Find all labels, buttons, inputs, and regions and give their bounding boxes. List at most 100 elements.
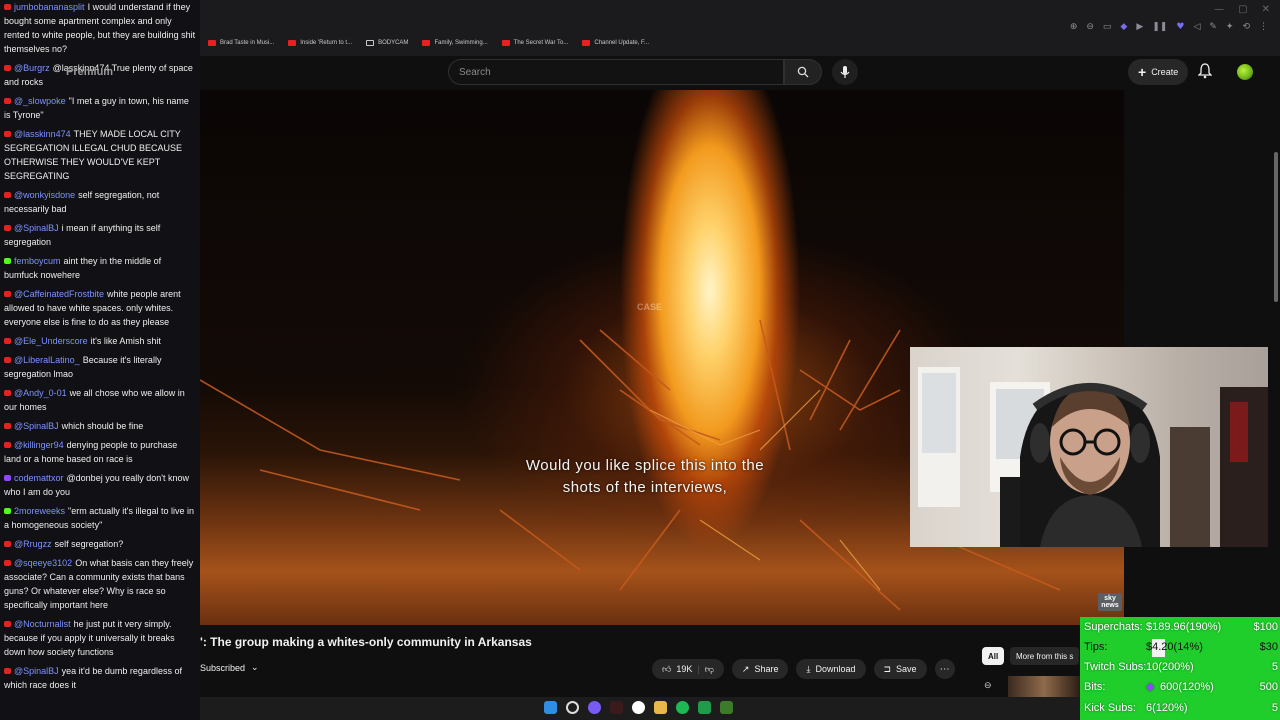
goal-target: 5: [1271, 661, 1278, 673]
goal-row: ◆ Bits: 600(120%) 500: [1084, 679, 1278, 697]
shield-icon[interactable]: ◆: [1120, 22, 1127, 32]
search-icon[interactable]: [566, 701, 579, 714]
twitch-icon: [4, 475, 11, 481]
youtube-icon: [4, 4, 11, 10]
zoom-in-icon[interactable]: ⊕: [1070, 22, 1078, 32]
youtube-icon: [4, 225, 11, 231]
goal-label: Tips:: [1084, 641, 1108, 653]
video-watermark: CASE: [637, 302, 663, 312]
recommended-thumbnail[interactable]: [1008, 676, 1080, 698]
goal-target: 5: [1271, 702, 1278, 714]
chat-username[interactable]: femboycum: [14, 256, 61, 266]
goal-label: Bits:: [1084, 681, 1106, 693]
volume-icon[interactable]: ◁: [1193, 22, 1200, 32]
zoom-out-icon[interactable]: ⊖: [1086, 22, 1094, 32]
chat-username[interactable]: @wonkyisdone: [14, 190, 75, 200]
scrollbar[interactable]: [1274, 152, 1278, 302]
translate-icon[interactable]: ✎: [1209, 22, 1217, 32]
heart-icon[interactable]: ♥: [1176, 22, 1184, 32]
play-icon[interactable]: ▶: [1136, 22, 1143, 32]
avatar[interactable]: [1237, 64, 1253, 80]
like-button[interactable]: 👍︎ 19K | 👎︎: [652, 659, 724, 679]
close-icon[interactable]: ✕: [1262, 4, 1270, 15]
minimize-icon[interactable]: —: [1214, 4, 1224, 15]
share-button[interactable]: ↗ Share: [731, 659, 789, 679]
bookmark-item[interactable]: Inside 'Return to t...: [288, 40, 352, 46]
chat-text: it's like Amish shit: [90, 336, 161, 346]
pause-icon[interactable]: ❚❚: [1152, 22, 1167, 32]
chat-message: codemattxor @donbej you really don't know…: [4, 471, 196, 499]
save-button[interactable]: ⊐ Save: [873, 659, 927, 679]
goal-label: Kick Subs:: [1084, 702, 1136, 714]
chat-username[interactable]: @SpinalBJ: [14, 223, 59, 233]
bookmark-item[interactable]: Family, Swimming...: [422, 40, 488, 46]
bookmark-item[interactable]: The Secret War To...: [501, 40, 568, 46]
chat-username[interactable]: @Rrugzz: [14, 539, 52, 549]
chat-username[interactable]: @Nocturnalist: [14, 619, 71, 629]
chat-username[interactable]: @lasskinn474: [14, 129, 71, 139]
app-icon[interactable]: [610, 701, 623, 714]
youtube-icon: [208, 40, 216, 46]
chat-username[interactable]: @CaffeinatedFrostbite: [14, 289, 104, 299]
chat-panel: jumbobananasplit I would understand if th…: [0, 0, 200, 720]
chat-message: @SpinalBJ which should be fine: [4, 419, 196, 433]
goal-target: 500: [1259, 681, 1278, 693]
chat-username[interactable]: codemattxor: [14, 473, 64, 483]
browser-toolbar: — ▢ ✕ ⊕ ⊖ ▭ ◆ ▶ ❚❚ ♥ ◁ ✎ ✦ ⟲ ⋮ Brad Tast…: [200, 0, 1280, 56]
windows-start-icon[interactable]: [544, 701, 557, 714]
folder-icon[interactable]: [654, 701, 667, 714]
chat-message: @lasskinn474 THEY MADE LOCAL CITY SEGREGA…: [4, 127, 196, 183]
chat-username[interactable]: @SpinalBJ: [14, 421, 59, 431]
chat-username[interactable]: @Ele_Underscore: [14, 336, 88, 346]
goal-row: Tips: $4.20(14%) $30: [1084, 639, 1278, 657]
subscribed-button[interactable]: Subscribed ⌄: [200, 662, 259, 673]
chat-text: which should be fine: [61, 421, 144, 431]
youtube-icon: [4, 541, 11, 547]
goal-label: Superchats:: [1084, 621, 1143, 633]
extensions-icon[interactable]: ✦: [1226, 22, 1234, 32]
chat-username[interactable]: @Andy_0-01: [14, 388, 67, 398]
create-button[interactable]: + Create: [1128, 59, 1189, 85]
microphone-icon: [840, 65, 850, 78]
sync-icon[interactable]: ⟲: [1242, 22, 1250, 32]
thumbs-down-icon[interactable]: 👎︎: [705, 664, 714, 675]
spotify-icon[interactable]: [676, 701, 689, 714]
app-icon[interactable]: [720, 701, 733, 714]
excel-icon[interactable]: [698, 701, 711, 714]
chip-all[interactable]: All: [982, 647, 1005, 665]
bookmarks-bar: Brad Taste in Musi... Inside 'Return to …: [208, 40, 649, 46]
bookmark-item[interactable]: Brad Taste in Musi...: [208, 40, 274, 46]
chip-more-from-channel[interactable]: More from this s: [1010, 647, 1080, 665]
voice-search-button[interactable]: [832, 59, 858, 85]
chevron-down-icon: ⌄: [251, 662, 259, 672]
more-options-button[interactable]: ⋯: [934, 659, 955, 679]
chat-username[interactable]: 2moreweeks: [14, 506, 65, 516]
video-caption: Would you like splice this into the shot…: [525, 457, 765, 496]
goal-value: $4.20(14%): [1146, 641, 1203, 653]
chat-username[interactable]: @Burgrz: [14, 63, 50, 73]
chat-message: @Rrugzz self segregation?: [4, 537, 196, 551]
miniplayer-icon[interactable]: ⊖: [984, 680, 992, 691]
menu-icon[interactable]: ⋮: [1259, 22, 1268, 32]
app-icon[interactable]: [588, 701, 601, 714]
chat-message: @_slowpoke "I met a guy in town, his name…: [4, 94, 196, 122]
search-button[interactable]: [784, 59, 822, 85]
bookmark-item[interactable]: Channel Update, F...: [582, 40, 649, 46]
download-button[interactable]: ⤓ Download: [796, 659, 866, 679]
chat-username[interactable]: @_slowpoke: [14, 96, 66, 106]
maximize-icon[interactable]: ▢: [1238, 4, 1247, 15]
tab-icon[interactable]: ▭: [1103, 22, 1112, 32]
chat-message: @Burgrz @lasskinn474 True plenty of space…: [4, 61, 196, 89]
chat-username[interactable]: @LiberalLatino_: [14, 355, 80, 365]
browser-icon[interactable]: [632, 701, 645, 714]
webcam-image: [918, 367, 1268, 547]
bookmark-item[interactable]: BODYCAM: [366, 40, 408, 46]
chat-username[interactable]: @SpinalBJ: [14, 666, 59, 676]
chat-username[interactable]: @sqeeye3102: [14, 558, 72, 568]
youtube-icon: [4, 338, 11, 344]
chat-username[interactable]: jumbobananasplit: [14, 2, 85, 12]
search-input[interactable]: Search: [448, 59, 784, 85]
bell-icon[interactable]: [1198, 63, 1212, 79]
chat-message: @LiberalLatino_ Because it's literally se…: [4, 353, 196, 381]
chat-username[interactable]: @killinger94: [14, 440, 64, 450]
